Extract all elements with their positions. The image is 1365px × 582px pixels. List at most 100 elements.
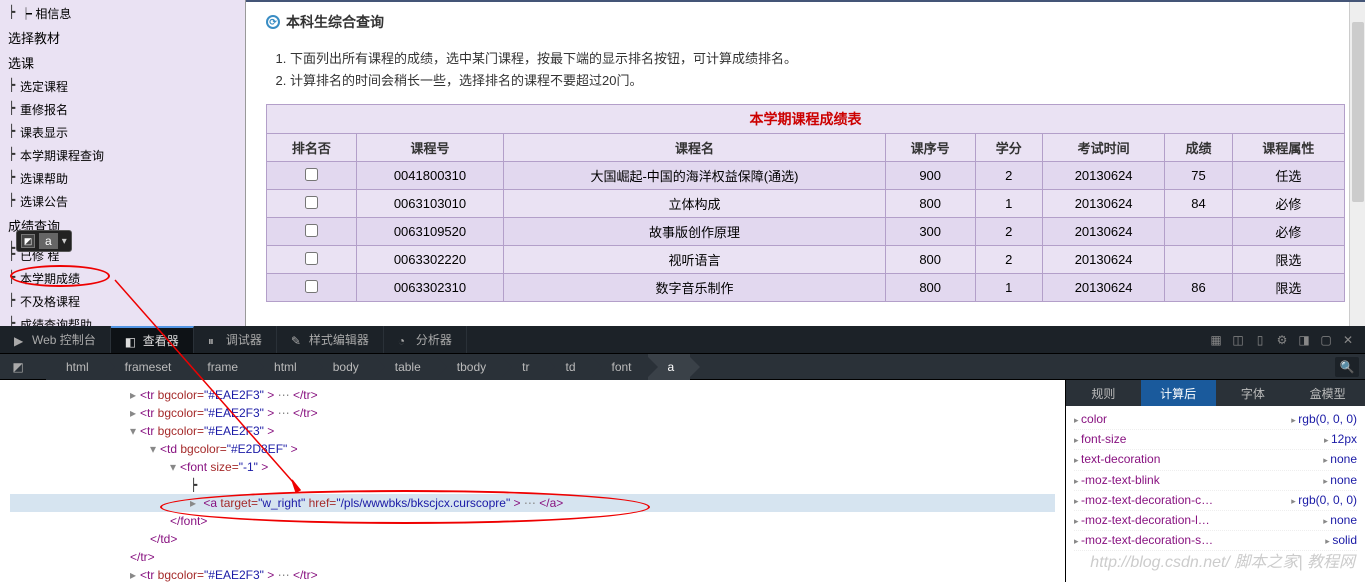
cell-course-name: 立体构成 <box>504 190 886 218</box>
side-tab-rules[interactable]: 规则 <box>1066 380 1141 406</box>
cell-attr: 限选 <box>1232 246 1344 274</box>
profiler-icon: ◔ <box>398 334 410 346</box>
cell-course-name: 视听语言 <box>504 246 886 274</box>
prop-name: text-decoration <box>1074 450 1160 469</box>
rank-checkbox[interactable] <box>305 252 318 265</box>
prop-value: solid <box>1325 531 1357 550</box>
prop-name: -moz-text-decoration-c… <box>1074 491 1213 510</box>
prop-value: 12px <box>1324 430 1357 449</box>
table-header: 课程号 <box>356 134 503 162</box>
search-icon[interactable]: 🔍 <box>1335 357 1359 377</box>
cell-seq: 800 <box>885 246 975 274</box>
table-header: 课程名 <box>504 134 886 162</box>
sidebar-item-current-grades[interactable]: 本学期成绩 <box>0 267 245 290</box>
cell-seq: 300 <box>885 218 975 246</box>
inspector-tag-label: a <box>39 233 58 249</box>
rank-checkbox[interactable] <box>305 196 318 209</box>
table-row[interactable]: 0063302220 视听语言 800 2 20130624 限选 <box>267 246 1345 274</box>
rank-checkbox[interactable] <box>305 280 318 293</box>
dock-icon[interactable]: ◨ <box>1297 333 1311 347</box>
rank-checkbox[interactable] <box>305 224 318 237</box>
prop-name: -moz-text-blink <box>1074 471 1160 490</box>
sidebar-item-grade-help[interactable]: 成绩查询帮助 <box>0 313 245 326</box>
prop-value: rgb(0, 0, 0) <box>1291 410 1357 429</box>
sidebar-item-retake[interactable]: 重修报名 <box>0 98 245 121</box>
sidebar-item-course-help[interactable]: 选课帮助 <box>0 167 245 190</box>
sidebar-item-selected-courses[interactable]: 选定课程 <box>0 75 245 98</box>
sidebar-item-semester-query[interactable]: 本学期课程查询 <box>0 144 245 167</box>
instruction-list: 下面列出所有课程的成绩，选中某门课程，按最下端的显示排名按钮，可计算成绩排名。 … <box>290 48 1345 92</box>
dom-tree[interactable]: ▸<tr bgcolor="#EAE2F3" > ⋯ </tr> ▸<tr bg… <box>0 380 1065 582</box>
table-row[interactable]: 0063302310 数字音乐制作 800 1 20130624 86 限选 <box>267 274 1345 302</box>
tab-label: 查看器 <box>143 332 179 349</box>
cell-credit: 1 <box>975 190 1042 218</box>
responsive-icon[interactable]: ▯ <box>1253 333 1267 347</box>
page-title: 本科生综合查询 <box>286 12 384 32</box>
table-row[interactable]: 0063109520 故事版创作原理 300 2 20130624 必修 <box>267 218 1345 246</box>
cell-course-no: 0063103010 <box>356 190 503 218</box>
sidebar-section-textbook[interactable]: 选择教材 <box>0 25 245 50</box>
scrollbar[interactable] <box>1349 2 1365 326</box>
gear-icon[interactable]: ⚙ <box>1275 333 1289 347</box>
cell-time: 20130624 <box>1042 162 1164 190</box>
side-tab-computed[interactable]: 计算后 <box>1141 380 1216 406</box>
cell-time: 20130624 <box>1042 246 1164 274</box>
tab-label: 调试器 <box>226 331 262 348</box>
sidebar-item-course-notice[interactable]: 选课公告 <box>0 190 245 213</box>
cell-credit: 2 <box>975 162 1042 190</box>
cell-seq: 800 <box>885 190 975 218</box>
cell-time: 20130624 <box>1042 190 1164 218</box>
cell-attr: 必修 <box>1232 190 1344 218</box>
sidebar-item-label: 本学期成绩 <box>20 272 80 286</box>
tab-label: 分析器 <box>416 331 452 348</box>
cell-score <box>1165 246 1232 274</box>
inspector-floating-badge[interactable]: ◩ a ▾ <box>16 230 72 252</box>
paint-icon[interactable]: ▦ <box>1209 333 1223 347</box>
table-row[interactable]: 0063103010 立体构成 800 1 20130624 84 必修 <box>267 190 1345 218</box>
prop-value: none <box>1323 511 1357 530</box>
close-icon[interactable]: ✕ <box>1341 333 1355 347</box>
tab-profiler[interactable]: ◔ 分析器 <box>384 326 467 353</box>
sidebar-item[interactable]: ┝ 相信息 <box>0 2 245 25</box>
table-header: 学分 <box>975 134 1042 162</box>
cell-course-no: 0063109520 <box>356 218 503 246</box>
breadcrumb-item[interactable]: html <box>46 354 105 380</box>
attr-value: /pls/wwwbks/bkscjcx.curscopre <box>341 496 506 510</box>
inspector-pick-icon[interactable]: ◩ <box>21 234 35 248</box>
chevron-down-icon[interactable]: ▾ <box>62 236 67 247</box>
table-row[interactable]: 0041800310 大国崛起-中国的海洋权益保障(通选) 900 2 2013… <box>267 162 1345 190</box>
cell-score: 86 <box>1165 274 1232 302</box>
sidebar-section-course[interactable]: 选课 <box>0 50 245 75</box>
styles-panel: 规则 计算后 字体 盒模型 colorrgb(0, 0, 0) font-siz… <box>1065 380 1365 582</box>
main-content: ⟳ 本科生综合查询 下面列出所有课程的成绩，选中某门课程，按最下端的显示排名按钮… <box>246 0 1365 326</box>
table-header-row: 排名否 课程号 课程名 课序号 学分 考试时间 成绩 课程属性 <box>267 134 1345 162</box>
sidebar-item-schedule[interactable]: 课表显示 <box>0 121 245 144</box>
debugger-icon: ⏸ <box>208 334 220 346</box>
tab-debugger[interactable]: ⏸ 调试器 <box>194 326 277 353</box>
cube-icon[interactable]: ◫ <box>1231 333 1245 347</box>
breadcrumb-item[interactable]: frameset <box>105 354 188 380</box>
cell-course-name: 故事版创作原理 <box>504 218 886 246</box>
prop-value: rgb(0, 0, 0) <box>1291 491 1357 510</box>
devtools-panel: ▶Web 控制台 ◧查看器 ⏸ 调试器 ✎样式编辑器 ◔ 分析器 ▦ ◫ ▯ ⚙ ◨… <box>0 326 1365 582</box>
popout-icon[interactable]: ▢ <box>1319 333 1333 347</box>
cell-course-name: 数字音乐制作 <box>504 274 886 302</box>
table-header: 课序号 <box>885 134 975 162</box>
tab-inspector[interactable]: ◧查看器 <box>111 326 194 353</box>
sidebar-item-failed[interactable]: 不及格课程 <box>0 290 245 313</box>
prop-name: font-size <box>1074 430 1126 449</box>
tab-style-editor[interactable]: ✎样式编辑器 <box>277 326 384 353</box>
breadcrumb-item[interactable]: frame <box>187 354 254 380</box>
cell-course-no: 0063302310 <box>356 274 503 302</box>
side-tab-box[interactable]: 盒模型 <box>1290 380 1365 406</box>
side-tab-fonts[interactable]: 字体 <box>1216 380 1291 406</box>
breadcrumb: ◩ html frameset frame html body table tb… <box>0 354 1365 380</box>
computed-properties[interactable]: colorrgb(0, 0, 0) font-size12px text-dec… <box>1066 406 1365 582</box>
rank-checkbox[interactable] <box>305 168 318 181</box>
console-icon: ▶ <box>14 334 26 346</box>
cell-seq: 800 <box>885 274 975 302</box>
table-header: 排名否 <box>267 134 357 162</box>
cell-score <box>1165 218 1232 246</box>
inspector-pick-button[interactable]: ◩ <box>6 357 30 377</box>
tab-console[interactable]: ▶Web 控制台 <box>0 326 111 353</box>
